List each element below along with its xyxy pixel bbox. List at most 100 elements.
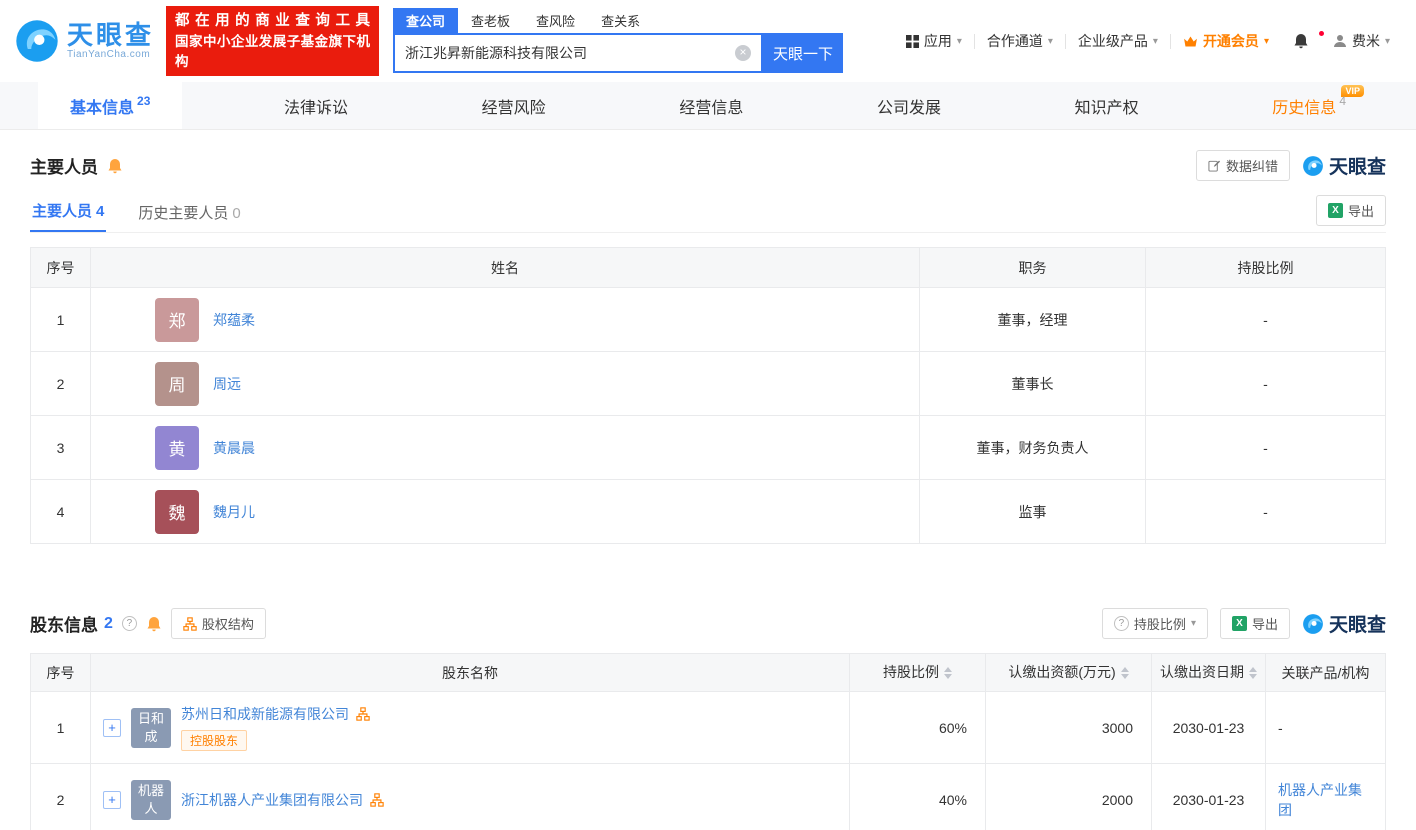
export-button[interactable]: X 导出 (1315, 195, 1386, 226)
export-button[interactable]: X 导出 (1219, 608, 1290, 639)
user-icon (1333, 34, 1347, 48)
col-header-amount[interactable]: 认缴出资额(万元) (985, 653, 1152, 692)
tab-legal-proceedings[interactable]: 法律诉讼 (252, 82, 380, 129)
search-input[interactable] (405, 45, 736, 61)
nav-user-menu[interactable]: 费米 ▾ (1321, 31, 1402, 51)
tianyancha-logo-icon (1302, 155, 1324, 177)
search-button[interactable]: 天眼一下 (763, 33, 844, 73)
date-cell: 2030-01-23 (1151, 691, 1266, 764)
tianyancha-logo-icon (1302, 613, 1324, 635)
brand-domain: TianYanCha.com (67, 49, 151, 61)
col-header-no: 序号 (30, 247, 91, 288)
sort-icon[interactable] (1120, 663, 1129, 683)
tab-operating-info[interactable]: 经营信息 (647, 82, 775, 129)
promo-line-1: 都在用的商业查询工具 (175, 12, 371, 29)
tianyancha-logo-icon (14, 18, 60, 64)
person-name-link[interactable]: 郑蕴柔 (213, 310, 255, 330)
notification-dot (1318, 31, 1324, 36)
excel-icon: X (1231, 616, 1247, 631)
shareholder-name-link[interactable]: 浙江机器人产业集团有限公司 (181, 790, 363, 810)
table-row: 1 郑 郑蕴柔 董事，经理 - (30, 287, 1386, 352)
ratio-cell: - (1145, 415, 1386, 480)
excel-icon: X (1327, 203, 1343, 218)
related-cell: 机器人产业集团 (1265, 763, 1386, 830)
search-tab-risk[interactable]: 查风险 (523, 8, 588, 33)
apps-grid-icon (905, 34, 919, 48)
brand-name: 天眼查 (67, 19, 155, 50)
shareholder-name-link[interactable]: 苏州日和成新能源有限公司 (181, 704, 349, 724)
avatar: 郑 (155, 297, 199, 342)
col-header-date[interactable]: 认缴出资日期 (1151, 653, 1266, 692)
nav-apps[interactable]: 应用 ▾ (894, 31, 974, 51)
sort-icon[interactable] (1249, 663, 1257, 683)
monitor-bell-icon[interactable] (146, 616, 162, 632)
tab-history-info[interactable]: VIP 历史信息 4 (1240, 82, 1378, 129)
edit-icon (1208, 159, 1221, 172)
tianyancha-logo[interactable]: 天眼查 TianYanCha.com (14, 18, 154, 64)
nav-open-membership[interactable]: 开通会员 ▾ (1171, 31, 1281, 51)
equity-structure-icon[interactable] (356, 707, 370, 721)
bell-icon (1293, 33, 1309, 49)
related-cell: - (1265, 691, 1386, 764)
tab-basic-info[interactable]: 基本信息 23 (38, 82, 183, 129)
tab-company-development[interactable]: 公司发展 (845, 82, 973, 129)
search-tab-relation[interactable]: 查关系 (588, 8, 653, 33)
tab-intellectual-property[interactable]: 知识产权 (1043, 82, 1171, 129)
table-row: 2 + 机器人 浙江机器人产业集团有限公司 40% 2000 2030-01-2… (30, 763, 1386, 830)
expand-icon[interactable]: + (103, 718, 121, 737)
controlling-shareholder-tag: 控股股东 (181, 730, 248, 751)
search-tab-boss[interactable]: 查老板 (458, 8, 523, 33)
amount-cell: 3000 (985, 691, 1152, 764)
sort-icon[interactable] (944, 663, 952, 683)
promo-banner: 都在用的商业查询工具 国家中小企业发展子基金旗下机构 (166, 5, 380, 77)
nav-notifications[interactable] (1281, 31, 1324, 49)
equity-structure-icon[interactable] (370, 792, 384, 807)
avatar: 周 (155, 361, 199, 406)
table-row: 1 + 日和成 苏州日和成新能源有限公司 控股股东 60% 3000 2030-… (30, 691, 1386, 764)
col-header-related: 关联产品/机构 (1265, 653, 1386, 692)
equity-structure-button[interactable]: 股权结构 (170, 608, 266, 639)
promo-line-2: 国家中小企业发展子基金旗下机构 (175, 33, 371, 69)
date-cell: 2030-01-23 (1151, 763, 1266, 830)
expand-icon[interactable]: + (103, 790, 121, 809)
table-header-row: 序号 股东名称 持股比例 认缴出资额(万元) 认缴出资日期 关联产品/机构 (30, 653, 1386, 692)
table-row: 4 魏 魏月儿 监事 - (30, 479, 1386, 544)
tab-operating-risk[interactable]: 经营风险 (450, 82, 578, 129)
monitor-bell-icon[interactable] (107, 158, 123, 174)
chevron-down-icon: ▾ (1190, 618, 1196, 629)
person-name-link[interactable]: 魏月儿 (213, 502, 255, 522)
nav-enterprise-products[interactable]: 企业级产品 ▾ (1066, 31, 1170, 51)
avatar: 日和成 (131, 707, 171, 748)
avatar: 黄 (155, 425, 199, 470)
clear-search-icon[interactable]: × (735, 45, 752, 61)
table-row: 2 周 周远 董事长 - (30, 351, 1386, 416)
tianyancha-company-page: 天眼查 TianYanCha.com 都在用的商业查询工具 国家中小企业发展子基… (0, 0, 1416, 830)
search-area: 查公司 查老板 查风险 查关系 × 天眼一下 (393, 8, 844, 73)
section-title-shareholders: 股东信息 (30, 616, 98, 635)
related-product-link[interactable]: 机器人产业集团 (1278, 782, 1362, 818)
equity-structure-icon (183, 616, 197, 631)
search-tab-company[interactable]: 查公司 (393, 8, 459, 33)
help-icon[interactable]: ? (121, 616, 137, 631)
key-personnel-section: 主要人员 数据纠错 天眼查 主要人员 4 历史主要人员 0 X 导出 序号 姓名… (30, 150, 1386, 544)
ratio-cell: - (1145, 479, 1386, 544)
col-header-name: 姓名 (90, 247, 920, 288)
chevron-down-icon: ▾ (1263, 35, 1269, 47)
shareholders-table: 序号 股东名称 持股比例 认缴出资额(万元) 认缴出资日期 关联产品/机构 1 … (30, 653, 1386, 830)
section-watermark-logo: 天眼查 (1302, 152, 1386, 179)
chevron-down-icon: ▾ (1384, 35, 1390, 47)
col-header-shareholder: 股东名称 (90, 653, 850, 692)
col-header-ratio[interactable]: 持股比例 (849, 653, 986, 692)
ratio-cell: - (1145, 351, 1386, 416)
avatar: 魏 (155, 489, 199, 534)
person-name-link[interactable]: 周远 (213, 374, 241, 394)
chevron-down-icon: ▾ (1047, 35, 1053, 47)
table-row: 3 黄 黄晨晨 董事，财务负责人 - (30, 415, 1386, 480)
data-correction-button[interactable]: 数据纠错 (1195, 150, 1290, 181)
ratio-filter-button[interactable]: ? 持股比例 ▾ (1101, 608, 1208, 639)
person-name-link[interactable]: 黄晨晨 (213, 438, 255, 458)
subtab-current-staff[interactable]: 主要人员 4 (30, 191, 107, 232)
search-tabs: 查公司 查老板 查风险 查关系 (393, 8, 843, 33)
subtab-history-staff[interactable]: 历史主要人员 0 (136, 193, 242, 232)
nav-cooperation[interactable]: 合作通道 ▾ (975, 31, 1065, 51)
